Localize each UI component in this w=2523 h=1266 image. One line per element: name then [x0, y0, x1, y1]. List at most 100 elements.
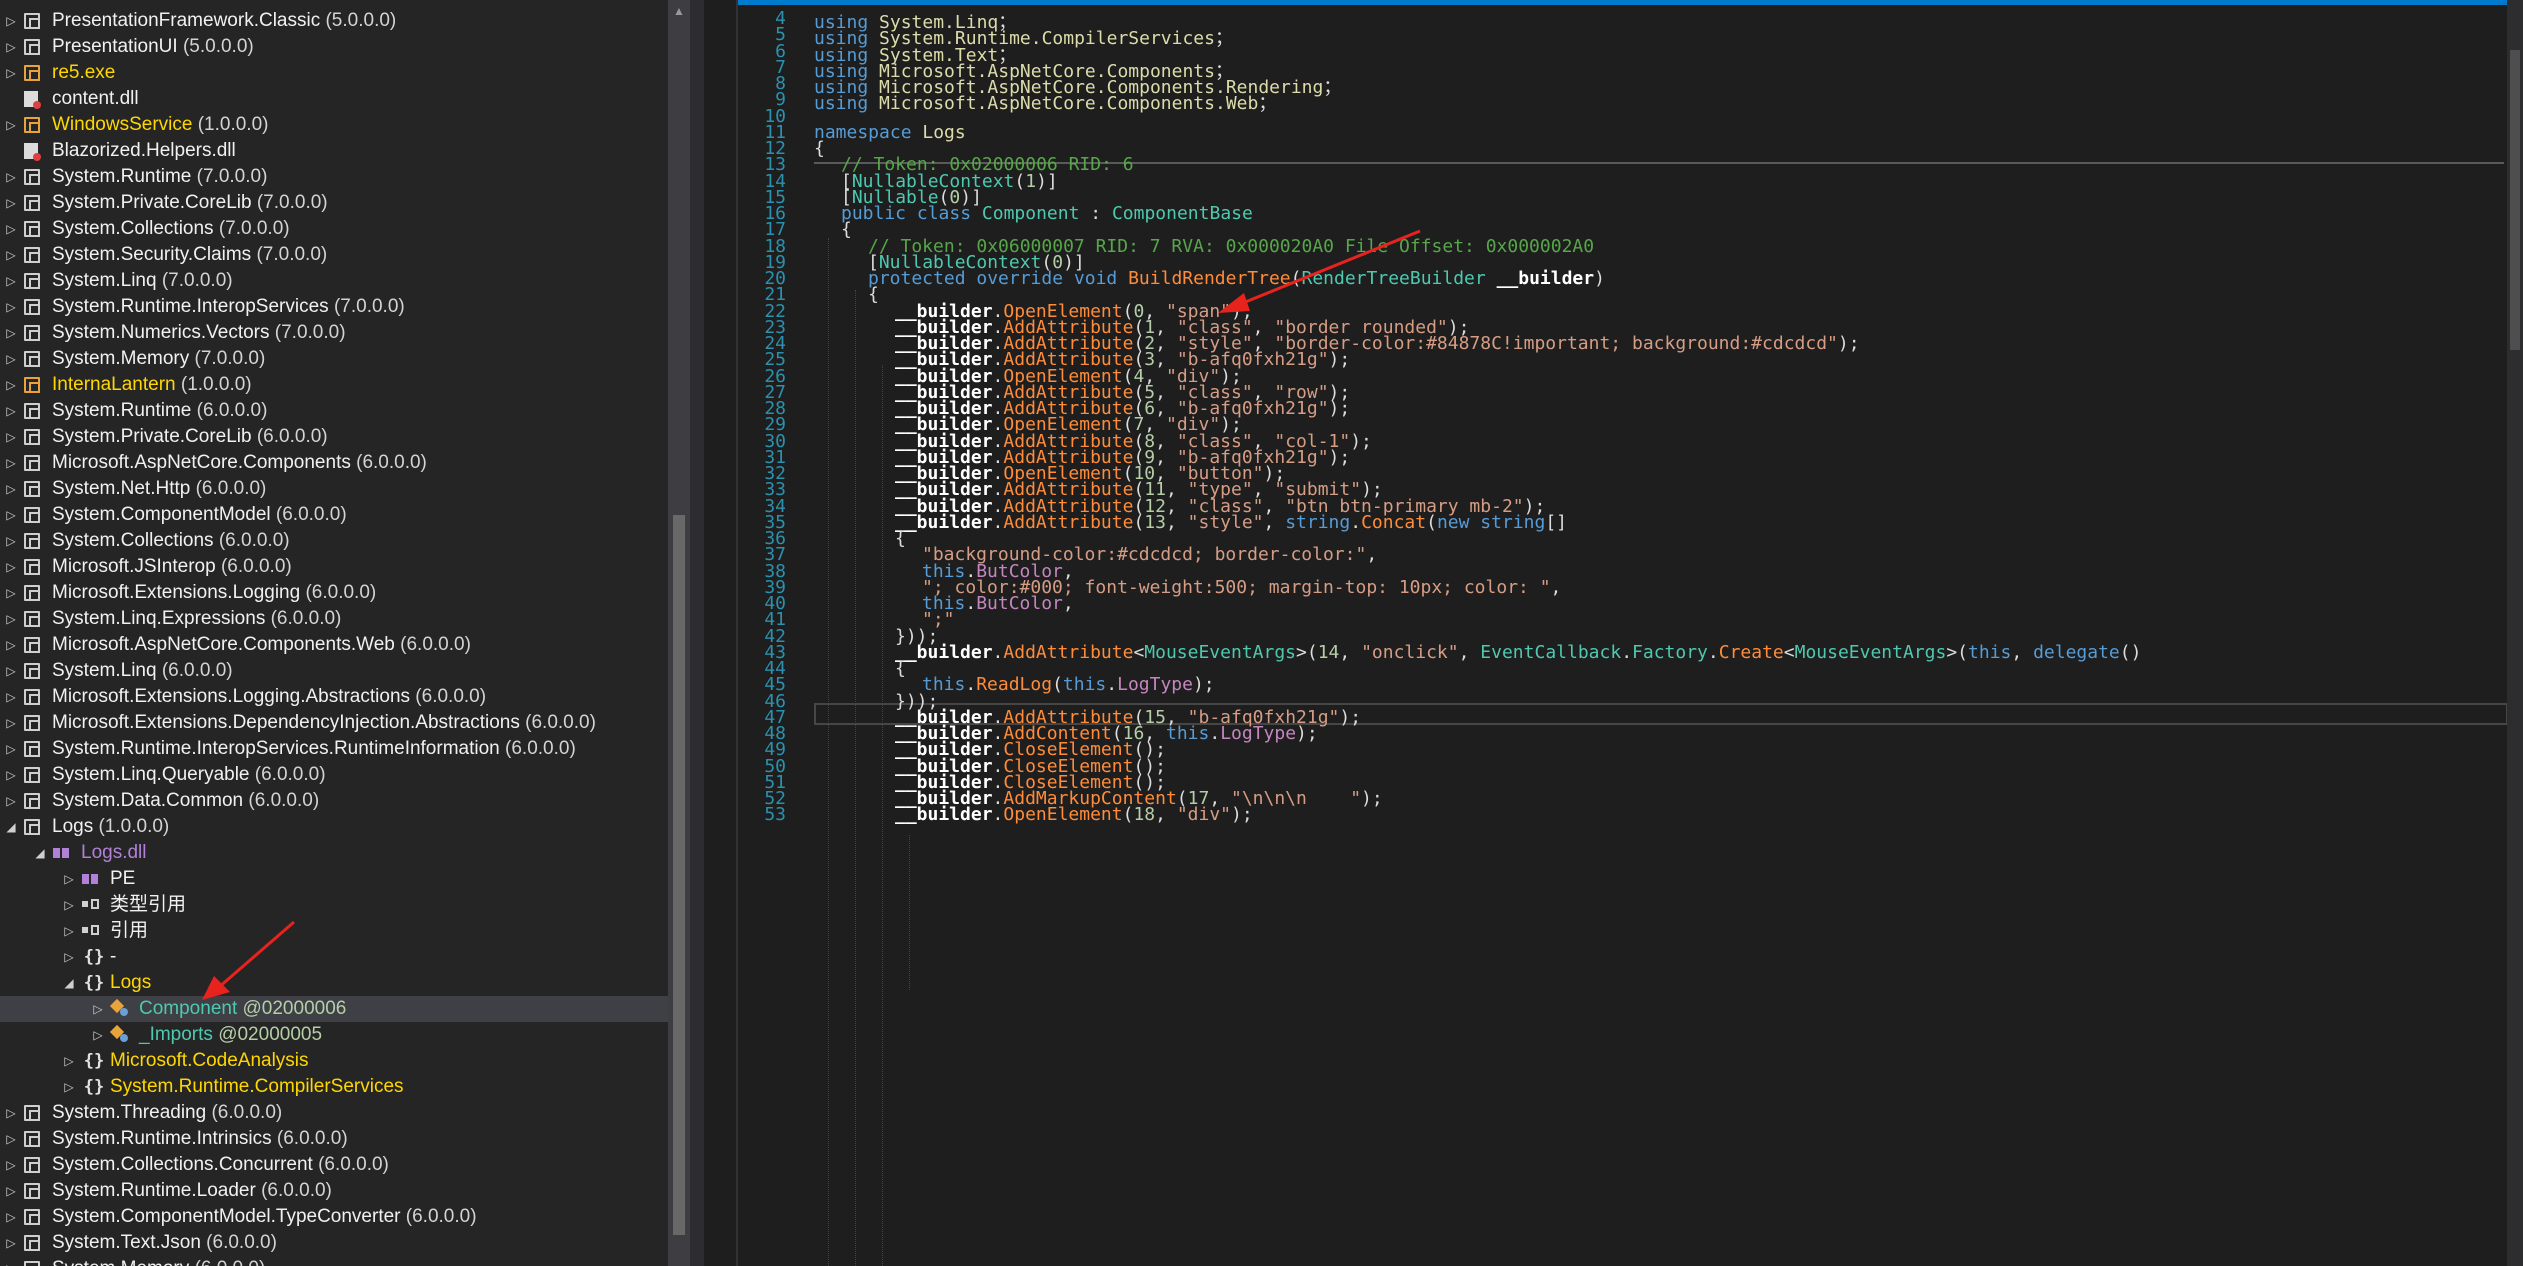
tree-item[interactable]: ▷ InternaLantern (1.0.0.0) — [0, 372, 668, 398]
expand-chevron-icon[interactable]: ▷ — [4, 242, 18, 268]
tree-item[interactable]: ▷ System.ComponentModel.TypeConverter (6.… — [0, 1204, 668, 1230]
tree-item[interactable]: ▷ System.Runtime (6.0.0.0) — [0, 398, 668, 424]
expand-chevron-icon[interactable]: ▷ — [4, 190, 18, 216]
tree-item[interactable]: ▷ Microsoft.Extensions.Logging (6.0.0.0) — [0, 580, 668, 606]
expand-chevron-icon[interactable]: ▷ — [4, 294, 18, 320]
tree-scrollbar-thumb[interactable] — [673, 515, 685, 1235]
tree-item[interactable]: ▷ PE — [0, 866, 668, 892]
expand-chevron-icon[interactable]: ▷ — [4, 424, 18, 450]
tree-item[interactable]: ▷ Component @02000006 — [0, 996, 668, 1022]
collapse-chevron-icon[interactable]: ◢ — [62, 970, 76, 996]
collapse-chevron-icon[interactable]: ◢ — [4, 814, 18, 840]
tree-item[interactable]: ▷ System.Text.Json (6.0.0.0) — [0, 1230, 668, 1256]
expand-chevron-icon[interactable]: ▷ — [4, 658, 18, 684]
expand-chevron-icon[interactable]: ▷ — [4, 684, 18, 710]
expand-chevron-icon[interactable]: ▷ — [4, 580, 18, 606]
expand-chevron-icon[interactable]: ▷ — [4, 502, 18, 528]
tree-item[interactable]: ▷ System.Memory (7.0.0.0) — [0, 346, 668, 372]
tree-item[interactable]: ▷ System.ComponentModel (6.0.0.0) — [0, 502, 668, 528]
tree-item[interactable]: ▷ re5.exe — [0, 60, 668, 86]
tree-item[interactable]: ▷ System.Memory (6.0.0.0) — [0, 1256, 668, 1266]
tree-item[interactable]: ▷ System.Threading (6.0.0.0) — [0, 1100, 668, 1126]
expand-chevron-icon[interactable]: ▷ — [4, 762, 18, 788]
expand-chevron-icon[interactable]: ▷ — [62, 866, 76, 892]
editor-scrollbar[interactable] — [2507, 0, 2523, 1266]
expand-chevron-icon[interactable]: ▷ — [4, 346, 18, 372]
expand-chevron-icon[interactable]: ▷ — [4, 398, 18, 424]
expand-chevron-icon[interactable]: ▷ — [4, 1256, 18, 1266]
expand-chevron-icon[interactable]: ▷ — [4, 476, 18, 502]
expand-chevron-icon[interactable]: ▷ — [4, 788, 18, 814]
tree-item[interactable]: ▷ System.Data.Common (6.0.0.0) — [0, 788, 668, 814]
expand-chevron-icon[interactable]: ▷ — [4, 60, 18, 86]
tree-item[interactable]: ◢ {} Logs — [0, 970, 668, 996]
tree-item[interactable]: content.dll — [0, 86, 668, 112]
expand-chevron-icon[interactable]: ▷ — [62, 918, 76, 944]
tree-item[interactable]: ▷ _Imports @02000005 — [0, 1022, 668, 1048]
expand-chevron-icon[interactable]: ▷ — [4, 710, 18, 736]
expand-chevron-icon[interactable]: ▷ — [62, 1074, 76, 1100]
tree-item[interactable]: ▷ System.Runtime.InteropServices (7.0.0.0… — [0, 294, 668, 320]
tree-item[interactable]: ▷ Microsoft.Extensions.Logging.Abstractio… — [0, 684, 668, 710]
tree-item[interactable]: ▷ System.Security.Claims (7.0.0.0) — [0, 242, 668, 268]
tree-item[interactable]: ▷ System.Runtime.Intrinsics (6.0.0.0) — [0, 1126, 668, 1152]
tree-item[interactable]: ▷ System.Private.CoreLib (6.0.0.0) — [0, 424, 668, 450]
tree-item[interactable]: Blazorized.Helpers.dll — [0, 138, 668, 164]
expand-chevron-icon[interactable]: ▷ — [4, 528, 18, 554]
tree-item[interactable]: ▷ System.Runtime (7.0.0.0) — [0, 164, 668, 190]
tree-item[interactable]: ▷ System.Private.CoreLib (7.0.0.0) — [0, 190, 668, 216]
tree-item[interactable]: ▷ {} - — [0, 944, 668, 970]
tree-item[interactable]: ▷ System.Linq (6.0.0.0) — [0, 658, 668, 684]
expand-chevron-icon[interactable]: ▷ — [91, 1022, 105, 1048]
expand-chevron-icon[interactable]: ▷ — [4, 606, 18, 632]
expand-chevron-icon[interactable]: ▷ — [62, 944, 76, 970]
expand-chevron-icon[interactable]: ▷ — [4, 112, 18, 138]
expand-chevron-icon[interactable]: ▷ — [62, 892, 76, 918]
tree-item[interactable]: ▷ 引用 — [0, 918, 668, 944]
expand-chevron-icon[interactable]: ▷ — [91, 996, 105, 1022]
tree-item[interactable]: ▷ Microsoft.JSInterop (6.0.0.0) — [0, 554, 668, 580]
expand-chevron-icon[interactable]: ▷ — [4, 1100, 18, 1126]
tree-item[interactable]: ▷ System.Net.Http (6.0.0.0) — [0, 476, 668, 502]
expand-chevron-icon[interactable]: ▷ — [4, 1152, 18, 1178]
tree-item[interactable]: ▷ Microsoft.Extensions.DependencyInjectio… — [0, 710, 668, 736]
tree-item[interactable]: ▷ System.Collections.Concurrent (6.0.0.0) — [0, 1152, 668, 1178]
tree-item[interactable]: ▷ System.Linq.Expressions (6.0.0.0) — [0, 606, 668, 632]
tree-item[interactable]: ▷ 类型引用 — [0, 892, 668, 918]
expand-chevron-icon[interactable]: ▷ — [4, 216, 18, 242]
expand-chevron-icon[interactable]: ▷ — [4, 268, 18, 294]
tree-item[interactable]: ◢ Logs.dll — [0, 840, 668, 866]
collapse-chevron-icon[interactable]: ◢ — [33, 840, 47, 866]
tree-item[interactable]: ▷ {} System.Runtime.CompilerServices — [0, 1074, 668, 1100]
tree-item[interactable]: ▷ {} Microsoft.CodeAnalysis — [0, 1048, 668, 1074]
tree-scrollbar[interactable]: ▲ — [668, 0, 690, 1266]
expand-chevron-icon[interactable]: ▷ — [4, 164, 18, 190]
tree-item[interactable]: ▷ System.Linq.Queryable (6.0.0.0) — [0, 762, 668, 788]
expand-chevron-icon[interactable]: ▷ — [4, 1230, 18, 1256]
panel-splitter[interactable] — [690, 0, 704, 1266]
tree-item[interactable]: ▷ System.Runtime.Loader (6.0.0.0) — [0, 1178, 668, 1204]
tree-item[interactable]: ▷ PresentationUI (5.0.0.0) — [0, 34, 668, 60]
expand-chevron-icon[interactable]: ▷ — [4, 8, 18, 34]
expand-chevron-icon[interactable]: ▷ — [4, 372, 18, 398]
tree-item[interactable]: ◢ Logs (1.0.0.0) — [0, 814, 668, 840]
expand-chevron-icon[interactable]: ▷ — [4, 34, 18, 60]
expand-chevron-icon[interactable]: ▷ — [4, 554, 18, 580]
tree-item[interactable]: ▷ Microsoft.AspNetCore.Components (6.0.0.… — [0, 450, 668, 476]
expand-chevron-icon[interactable]: ▷ — [4, 1204, 18, 1230]
tree-item[interactable]: ▷ System.Runtime.InteropServices.RuntimeI… — [0, 736, 668, 762]
expand-chevron-icon[interactable]: ▷ — [62, 1048, 76, 1074]
tree-item[interactable]: ▷ System.Numerics.Vectors (7.0.0.0) — [0, 320, 668, 346]
tree-item[interactable]: ▷ System.Linq (7.0.0.0) — [0, 268, 668, 294]
tree-item[interactable]: ▷ System.Collections (7.0.0.0) — [0, 216, 668, 242]
expand-chevron-icon[interactable]: ▷ — [4, 320, 18, 346]
tree-item[interactable]: ▷ PresentationFramework.Classic (5.0.0.0) — [0, 8, 668, 34]
expand-chevron-icon[interactable]: ▷ — [4, 1178, 18, 1204]
expand-chevron-icon[interactable]: ▷ — [4, 450, 18, 476]
tree-item[interactable]: ▷ WindowsService (1.0.0.0) — [0, 112, 668, 138]
expand-chevron-icon[interactable]: ▷ — [4, 1126, 18, 1152]
expand-chevron-icon[interactable]: ▷ — [4, 736, 18, 762]
tree-item[interactable]: ▷ Microsoft.AspNetCore.Components.Web (6.… — [0, 632, 668, 658]
tree-item[interactable]: ▷ System.Collections (6.0.0.0) — [0, 528, 668, 554]
editor-scrollbar-thumb[interactable] — [2510, 50, 2520, 350]
